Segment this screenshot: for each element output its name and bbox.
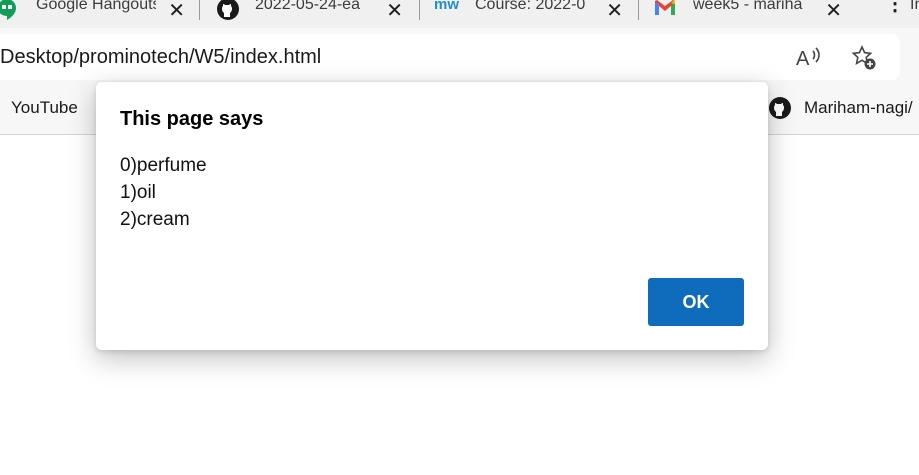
- tab-title: Google Hangouts: [36, 0, 156, 13]
- dialog-title: This page says: [120, 108, 264, 130]
- address-bar[interactable]: Desktop/prominotech/W5/index.html A: [0, 34, 900, 80]
- tab-partial[interactable]: ⋮ In: [855, 0, 919, 26]
- tab-title: In: [910, 0, 919, 13]
- tab-title: 2022-05-24-ea: [255, 0, 360, 13]
- more-icon[interactable]: ⋮: [885, 0, 905, 14]
- github-icon: [216, 0, 240, 26]
- gmail-icon: [653, 0, 677, 22]
- close-icon[interactable]: ✕: [386, 0, 403, 24]
- tab-title: Course: 2022-0: [475, 0, 586, 13]
- close-icon[interactable]: ✕: [825, 0, 842, 24]
- message-line: 1)oil: [120, 182, 156, 203]
- message-line: 0)perfume: [120, 155, 207, 176]
- alert-dialog: This page says 0)perfume 1)oil 2)cream O…: [96, 82, 768, 350]
- bookmark-youtube[interactable]: YouTube: [11, 98, 78, 118]
- url-text[interactable]: Desktop/prominotech/W5/index.html: [0, 46, 321, 69]
- tab-strip: Google Hangouts ✕ 2022-05-24-ea ✕ mw Cou…: [0, 0, 919, 28]
- dialog-message: 0)perfume 1)oil 2)cream: [120, 152, 207, 233]
- github-icon: [768, 96, 792, 125]
- tab-google-hangouts[interactable]: Google Hangouts ✕: [0, 0, 195, 26]
- message-line: 2)cream: [120, 209, 190, 230]
- tab-gmail[interactable]: week5 - mariha ✕: [639, 0, 854, 26]
- bookmark-mariham-nagi[interactable]: Mariham-nagi/: [804, 98, 913, 118]
- svg-text:A: A: [796, 48, 810, 69]
- tab-github[interactable]: 2022-05-24-ea ✕: [200, 0, 415, 26]
- ok-button[interactable]: OK: [648, 278, 744, 326]
- close-icon[interactable]: ✕: [606, 0, 623, 24]
- hangouts-icon: [0, 0, 18, 26]
- mw-icon: mw: [434, 0, 460, 13]
- tab-title: week5 - mariha: [693, 0, 803, 13]
- add-favorite-icon[interactable]: [850, 44, 878, 77]
- address-toolbar: Desktop/prominotech/W5/index.html A: [0, 28, 919, 86]
- tab-course[interactable]: mw Course: 2022-0 ✕: [420, 0, 635, 26]
- read-aloud-icon[interactable]: A: [796, 45, 822, 74]
- close-icon[interactable]: ✕: [168, 0, 185, 24]
